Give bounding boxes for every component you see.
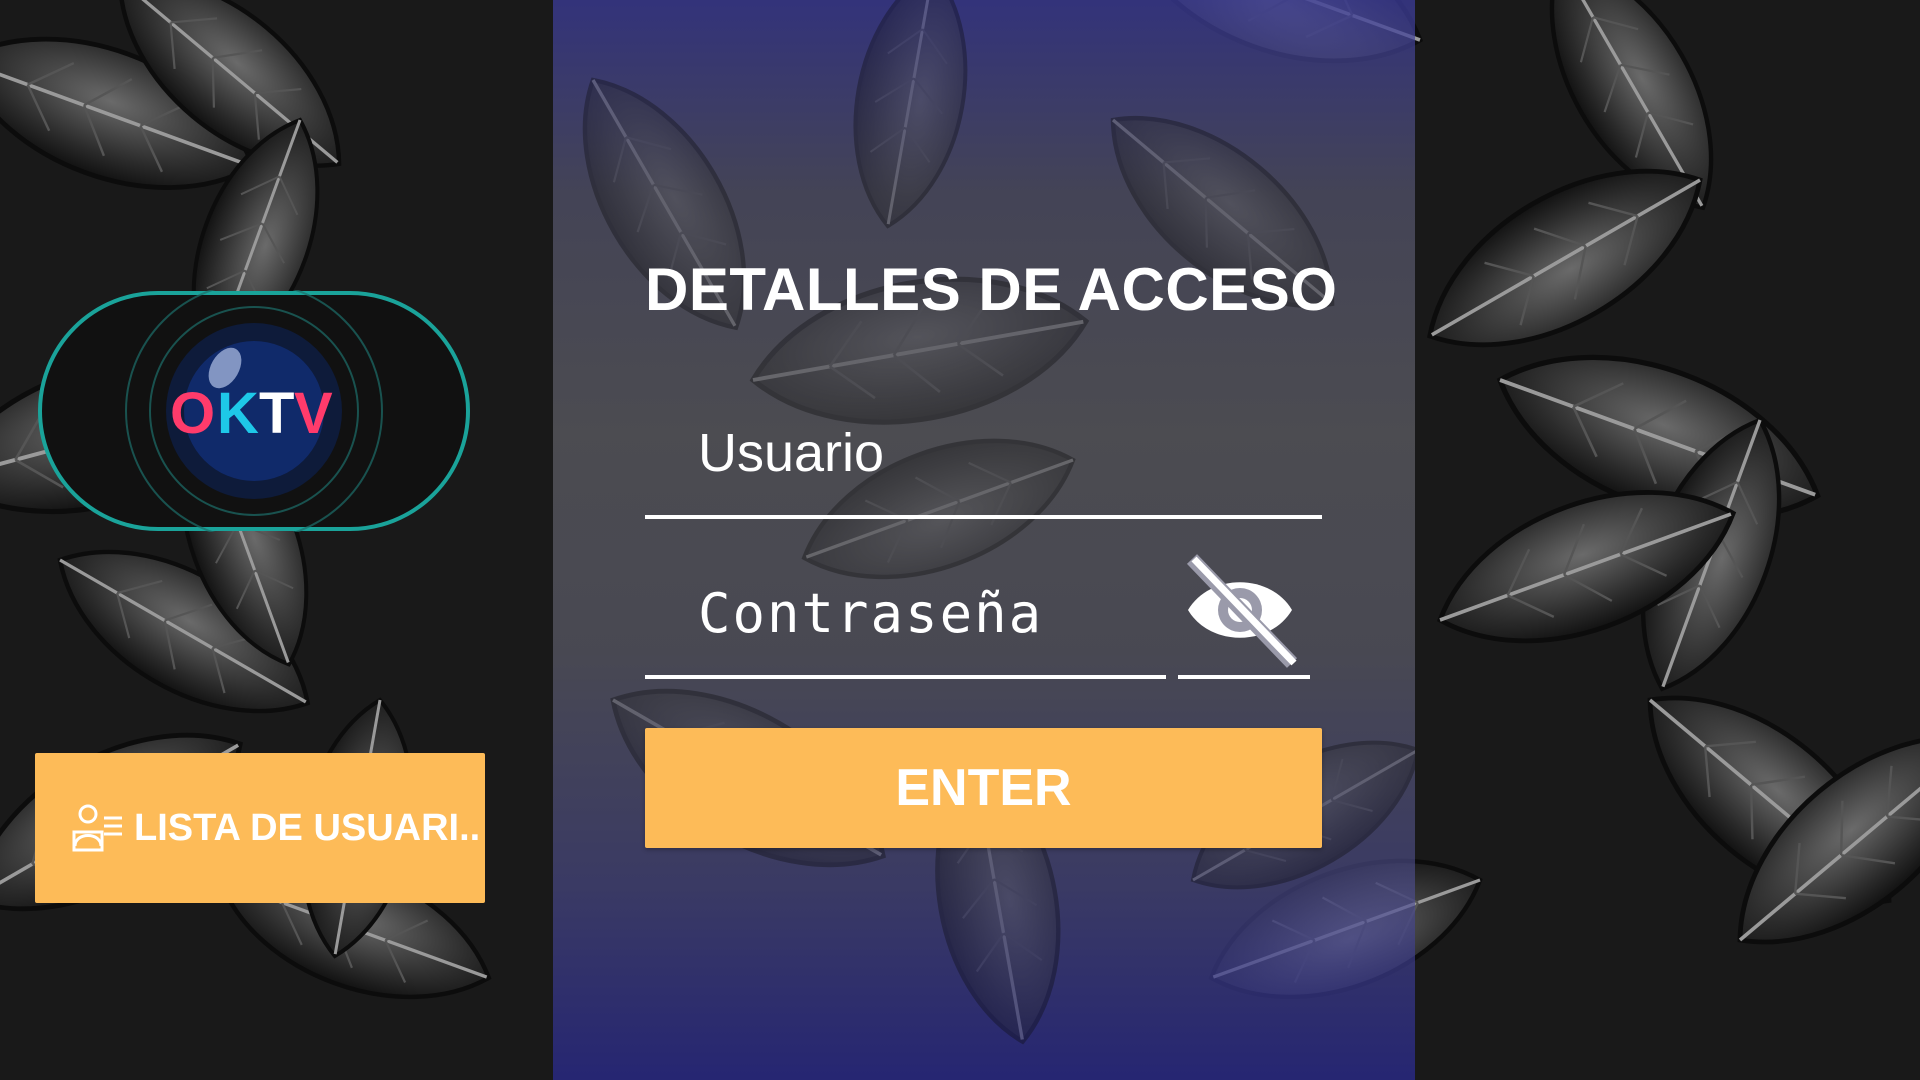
toggle-underline [1178, 675, 1310, 679]
oktv-logo: O K T V [38, 290, 470, 532]
password-input[interactable]: Contraseña [698, 582, 1043, 645]
login-panel [553, 0, 1415, 1080]
logo-letter-t: T [259, 381, 294, 446]
enter-button[interactable]: ENTER [645, 728, 1322, 848]
eye-slash-icon[interactable] [1180, 553, 1300, 671]
page-title: DETALLES DE ACCESO [645, 256, 1338, 323]
panel-leaves-texture [553, 0, 1415, 1080]
user-list-button[interactable]: LISTA DE USUARI.. [35, 753, 485, 903]
password-underline [645, 675, 1166, 679]
logo-letter-o: O [170, 381, 215, 446]
username-underline [645, 515, 1322, 519]
user-list-label: LISTA DE USUARI.. [134, 806, 481, 849]
logo-letter-k: K [217, 381, 259, 446]
logo-letter-v: V [294, 381, 333, 446]
login-screen: O K T V LISTA DE USUARI.. DETALLES DE AC… [0, 0, 1920, 1080]
user-list-icon [72, 804, 122, 852]
username-input[interactable]: Usuario [698, 422, 884, 484]
